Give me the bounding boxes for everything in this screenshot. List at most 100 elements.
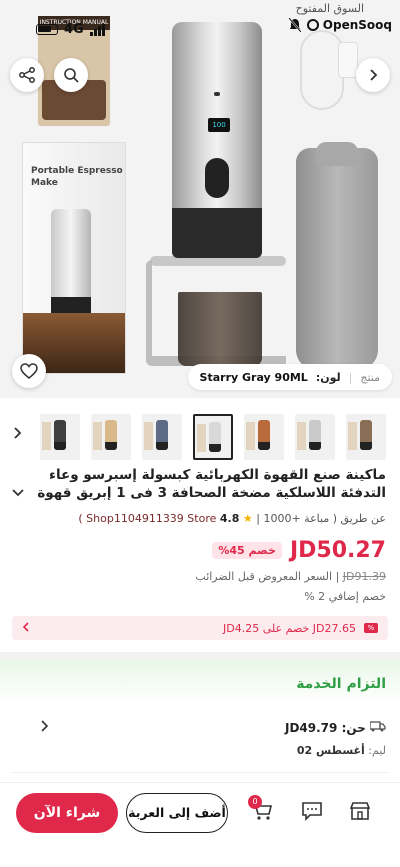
variant-thumbnail[interactable] <box>244 414 284 460</box>
truck-icon <box>366 721 386 735</box>
bottom-action-bar: شراء الآن أضف إلى العربة 0 <box>0 782 400 867</box>
mini-machine-image <box>51 209 91 319</box>
favorite-button[interactable] <box>12 354 46 388</box>
seller-info[interactable]: عن طريق ( مباعة +1000 | ★ 4.8 Shop110491… <box>78 512 386 525</box>
machine-button <box>205 158 229 198</box>
coupon-tag-icon: % <box>364 623 378 633</box>
brand-name: OpenSooq <box>322 18 392 32</box>
variant-thumbnails <box>0 410 400 464</box>
price-row: JD50.27 خصم 45% <box>212 538 386 563</box>
opensooq-logo-icon <box>306 19 319 31</box>
share-icon <box>19 67 35 83</box>
chevron-down-icon <box>12 489 24 497</box>
next-image-button[interactable] <box>356 58 390 92</box>
opensooq-logo: OpenSooq <box>306 18 392 32</box>
star-icon: ★ <box>242 512 253 525</box>
delivery-price: JD49.79 <box>284 721 338 735</box>
store-icon <box>349 802 371 820</box>
current-price: JD50.27 <box>289 538 386 563</box>
variant-thumbnail[interactable] <box>193 414 233 460</box>
product-title: ماكينة صنع القهوة الكهربائية كبسولة إسبر… <box>37 467 386 504</box>
delivery-date-row: ليم: أغسطس 02 <box>297 744 386 757</box>
variant-thumbnail[interactable] <box>91 414 131 460</box>
thumbnail-box <box>197 424 206 452</box>
cart-count-badge: 0 <box>248 795 262 809</box>
pouch-image <box>296 142 378 370</box>
heart-icon <box>20 363 38 379</box>
store-button[interactable] <box>346 797 374 825</box>
chevron-left-icon <box>22 621 29 632</box>
old-price-note: | السعر المعروض قبل الضرائب <box>195 570 340 583</box>
share-button[interactable] <box>10 58 44 92</box>
thumbnail-box <box>297 422 306 450</box>
variant-thumbnail[interactable] <box>295 414 335 460</box>
machine-base <box>172 208 262 258</box>
separator-line <box>12 772 388 773</box>
variant-thumbnail[interactable] <box>346 414 386 460</box>
thumbnail-box <box>246 422 255 450</box>
thumbnail-machine <box>309 420 321 450</box>
seller-prefix: عن طريق <box>340 512 387 525</box>
variant-prefix: منتج <box>360 370 380 384</box>
chevron-right-icon <box>370 69 378 81</box>
signal-icon <box>89 23 105 36</box>
delivery-row[interactable]: حن: JD49.79 <box>285 720 386 735</box>
thumbnail-box <box>348 422 357 450</box>
coupon-text: JD27.65 خصم على JD4.25 <box>223 621 356 635</box>
old-price: JD91.39 <box>342 570 386 583</box>
thumbnail-machine <box>360 420 372 450</box>
machine-indicator <box>214 92 220 96</box>
variant-thumbnail[interactable] <box>142 414 182 460</box>
variant-label: لون: <box>315 370 341 384</box>
delivery-date-label: ليم: <box>368 744 386 757</box>
search-icon <box>64 68 79 83</box>
brand-arabic: السوق المفتوح <box>295 2 364 15</box>
thumbnail-machine <box>258 420 270 450</box>
bell-muted-icon <box>288 18 301 32</box>
thumbnail-box <box>93 422 102 450</box>
old-price-row: JD91.39 | السعر المعروض قبل الضرائب <box>195 570 386 583</box>
status-bar-right: OpenSooq <box>288 18 392 32</box>
battery-icon <box>36 24 58 35</box>
extra-discount: خصم إضافي 2 % <box>304 590 386 603</box>
thumbnail-box <box>42 422 51 450</box>
thumbnail-box <box>144 422 153 450</box>
thumbnail-machine <box>209 422 221 452</box>
machine-display: 100 <box>208 118 230 132</box>
variant-selector[interactable]: منتج | لون: Starry Gray 90ML <box>187 364 392 390</box>
buy-now-button[interactable]: شراء الآن <box>16 793 118 833</box>
chat-button[interactable] <box>298 797 326 825</box>
pack-title: Portable Espresso Make <box>31 166 123 188</box>
coupon-bar[interactable]: % JD27.65 خصم على JD4.25 <box>12 616 388 640</box>
variant-separator: | <box>348 370 353 384</box>
thumbnail-machine <box>105 420 117 450</box>
store-name[interactable]: Shop1104911339 Store ) <box>78 512 216 525</box>
chevron-right-icon <box>14 427 22 439</box>
espresso-machine-image: 100 <box>172 22 262 258</box>
section-divider <box>0 652 400 660</box>
delivery-date: أغسطس 02 <box>296 744 365 757</box>
chat-icon <box>302 802 322 821</box>
rating-value: 4.8 <box>219 512 240 525</box>
variant-value: Starry Gray 90ML <box>199 370 308 384</box>
delivery-more-button[interactable] <box>40 720 49 736</box>
expand-title-button[interactable] <box>12 486 24 502</box>
chevron-right-icon <box>41 720 49 732</box>
variant-thumbnail[interactable] <box>40 414 80 460</box>
packaging-box-image: Portable Espresso Make <box>22 142 126 374</box>
thumbnail-machine <box>156 420 168 450</box>
product-image-gallery[interactable]: INSTRUCTION MANUAL Portable Espresso Mak… <box>0 0 400 398</box>
thumbnail-machine <box>54 420 66 450</box>
sold-count: ( مباعة +1000 | <box>256 512 337 525</box>
thumbnails-more-button[interactable] <box>12 424 22 443</box>
delivery-prefix: حن: <box>341 721 366 735</box>
search-button[interactable] <box>54 58 88 92</box>
cup-image <box>178 292 262 366</box>
discount-badge: خصم 45% <box>212 542 282 559</box>
network-indicator: 4G <box>64 22 84 37</box>
charger-image <box>338 42 358 78</box>
add-to-cart-button[interactable]: أضف إلى العربة <box>126 793 228 833</box>
status-bar-left: 4G <box>36 22 106 37</box>
coupon-chevron <box>22 621 30 635</box>
service-title: التزام الخدمة <box>296 676 386 692</box>
